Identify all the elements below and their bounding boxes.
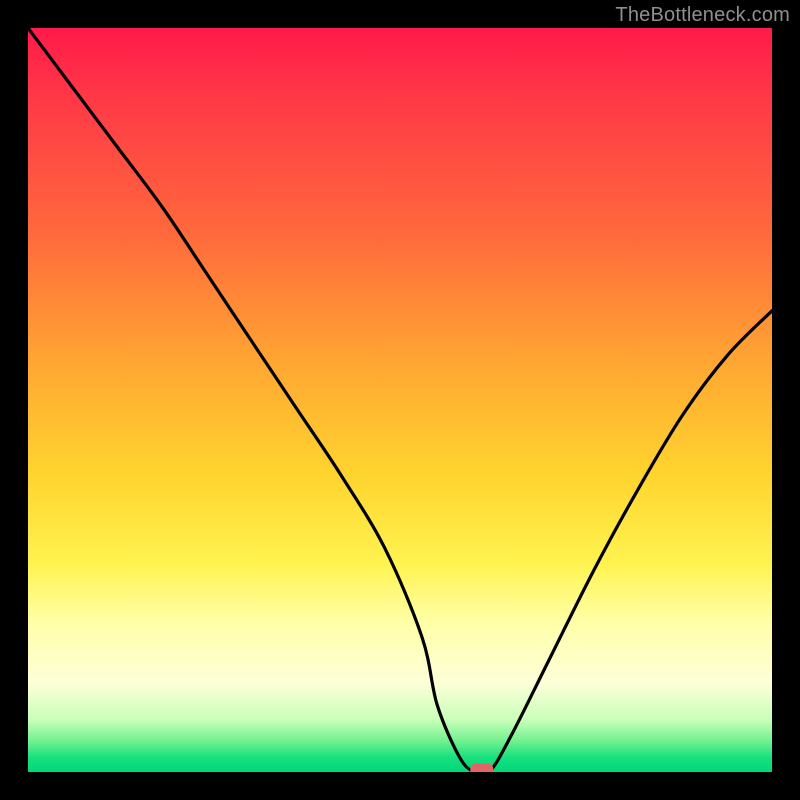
chart-frame: TheBottleneck.com xyxy=(0,0,800,800)
bottleneck-curve xyxy=(28,28,772,772)
curve-path xyxy=(28,28,772,772)
watermark-text: TheBottleneck.com xyxy=(615,4,790,27)
minimum-marker xyxy=(471,764,493,772)
plot-area xyxy=(28,28,772,772)
